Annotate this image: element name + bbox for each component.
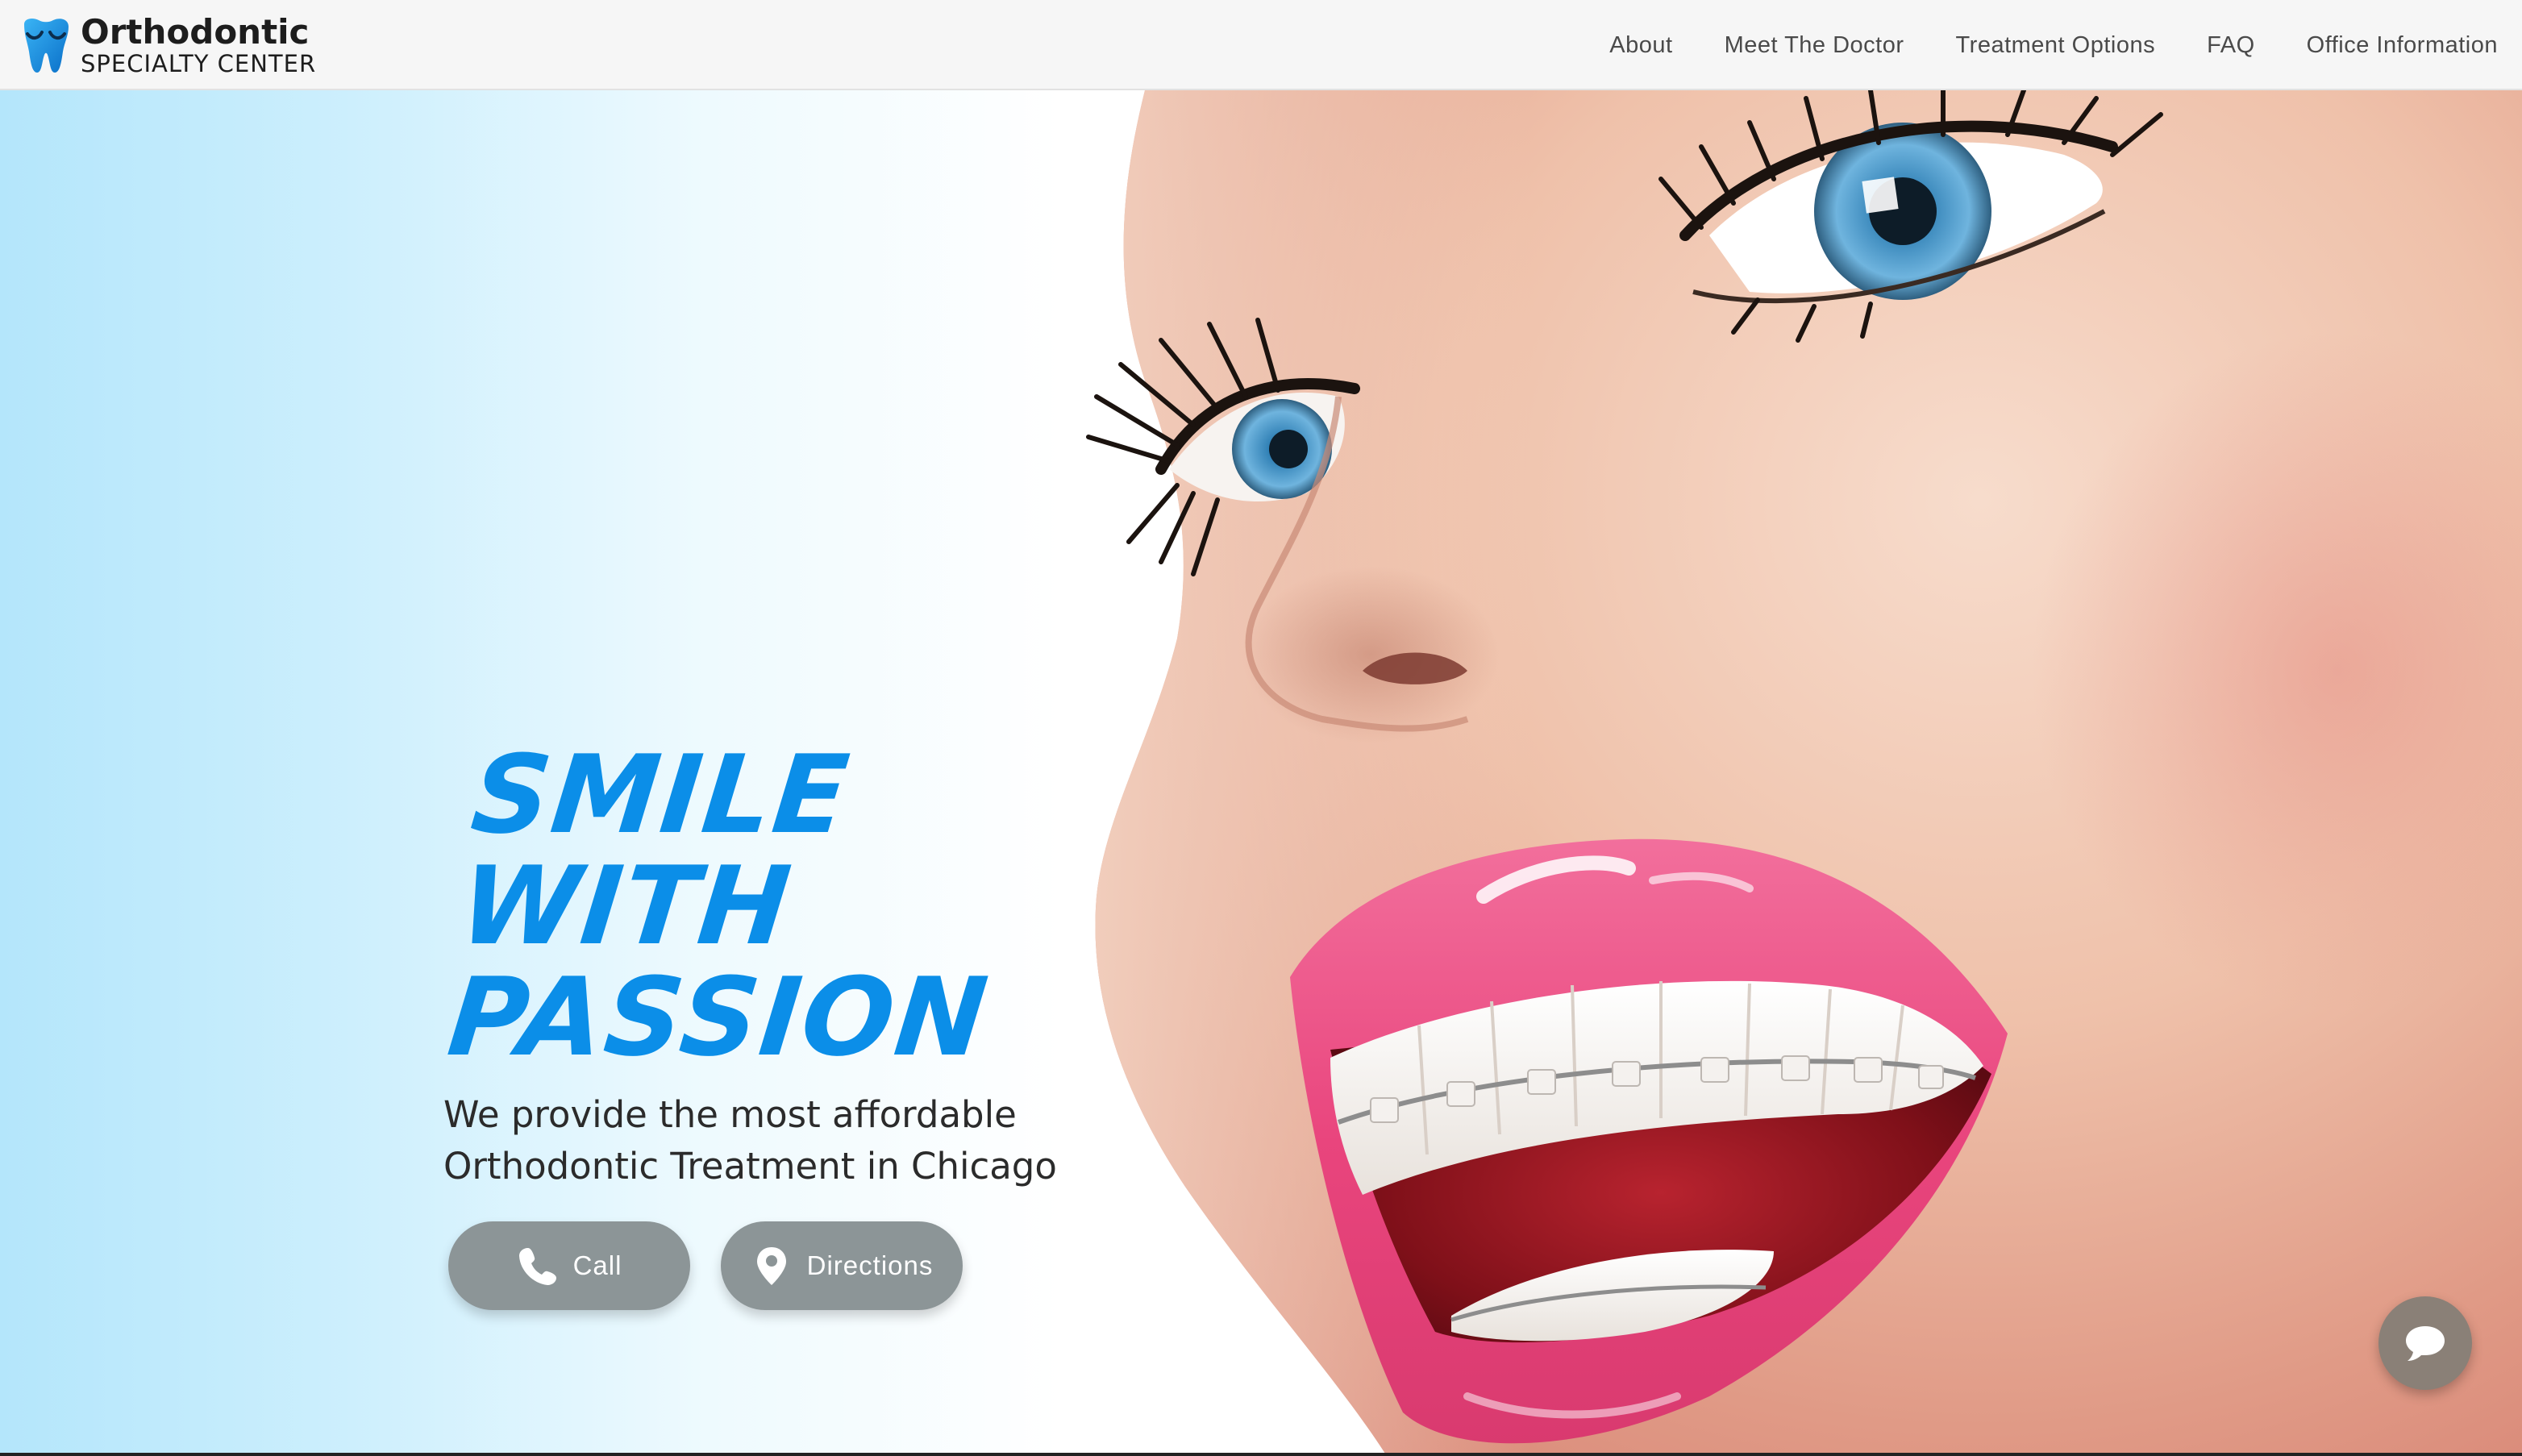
main-nav: About Meet The Doctor Treatment Options … xyxy=(1558,0,2498,90)
logo-title: Orthodontic xyxy=(81,11,310,52)
chat-bubble-icon xyxy=(2406,1326,2445,1361)
nav-meet-the-doctor[interactable]: Meet The Doctor xyxy=(1725,32,1904,59)
site-header: Orthodontic SPECIALTY CENTER About Meet … xyxy=(0,0,2522,90)
nav-office-information[interactable]: Office Information xyxy=(2307,32,2498,59)
map-pin-icon xyxy=(756,1247,786,1285)
nav-treatment-options[interactable]: Treatment Options xyxy=(1956,32,2156,59)
page: Orthodontic SPECIALTY CENTER About Meet … xyxy=(0,0,2522,1456)
bottom-border xyxy=(0,1453,2522,1456)
hero-heading-line: WITH xyxy=(454,843,798,969)
nav-faq[interactable]: FAQ xyxy=(2207,32,2255,59)
directions-button-label: Directions xyxy=(806,1250,934,1280)
hero-buttons: Call Directions xyxy=(443,1221,1169,1310)
phone-icon xyxy=(518,1248,556,1285)
chat-button[interactable] xyxy=(2378,1296,2472,1390)
directions-button[interactable]: Directions xyxy=(721,1221,963,1310)
tooth-icon xyxy=(24,18,69,73)
hero-photo xyxy=(1086,90,2522,1456)
hero-section: SMILE WITH PASSION We provide the most a… xyxy=(0,90,2522,1456)
nav-about[interactable]: About xyxy=(1609,32,1672,59)
logo-subtitle: SPECIALTY CENTER xyxy=(81,49,317,77)
hero-tagline-line: Orthodontic Treatment in Chicago xyxy=(443,1145,1057,1188)
call-button[interactable]: Call xyxy=(448,1221,690,1310)
hero-tagline: We provide the most affordable Orthodont… xyxy=(443,1089,1169,1192)
call-button-label: Call xyxy=(572,1250,622,1280)
hero-heading-line: PASSION xyxy=(443,955,995,1080)
hero-heading: SMILE WITH PASSION xyxy=(443,732,1205,1080)
site-logo[interactable]: Orthodontic SPECIALTY CENTER xyxy=(18,15,316,76)
hero-heading-line: SMILE xyxy=(466,732,856,858)
hero-tagline-line: We provide the most affordable xyxy=(443,1093,1017,1136)
hero-content: SMILE WITH PASSION We provide the most a… xyxy=(443,732,1169,1310)
